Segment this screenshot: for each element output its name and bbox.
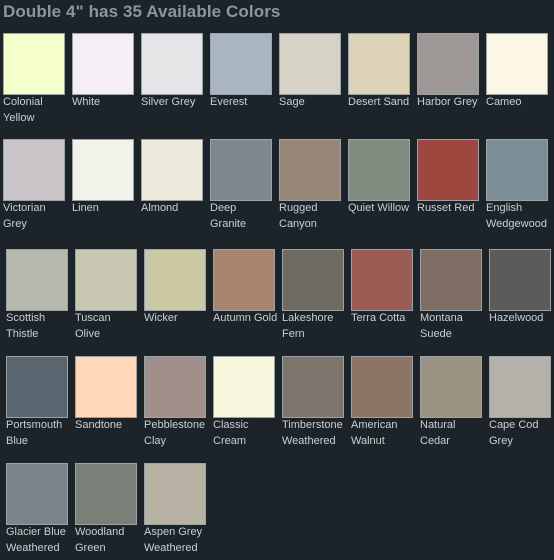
color-swatch <box>144 463 206 525</box>
color-name-label: Pebblestone Clay <box>144 419 206 447</box>
color-swatch <box>417 33 479 95</box>
color-swatch <box>351 356 413 418</box>
color-name-label: Tuscan Olive <box>75 312 111 340</box>
color-name-label: Everest <box>210 96 248 108</box>
color-name-label: Glacier Blue Weathered <box>6 526 66 554</box>
color-swatch <box>486 139 548 201</box>
color-swatch <box>213 249 275 311</box>
color-name-label: Quiet Willow <box>348 202 410 214</box>
color-swatch <box>210 139 272 201</box>
color-name-label: Aspen Grey Weathered <box>144 526 203 554</box>
color-name-label: Classic Cream <box>213 419 249 447</box>
color-name-label: Sandtone <box>75 419 123 431</box>
color-name-label: Silver Grey <box>141 96 196 108</box>
color-swatch <box>486 33 548 95</box>
color-name-label: Harbor Grey <box>417 96 478 108</box>
color-swatch <box>6 356 68 418</box>
color-name-label: English Wedgewood <box>486 202 547 230</box>
color-swatch <box>279 33 341 95</box>
color-name-label: Terra Cotta <box>351 312 406 324</box>
color-swatch <box>72 33 134 95</box>
color-name-label: Linen <box>72 202 99 214</box>
color-name-label: Hazelwood <box>489 312 544 324</box>
color-name-label: Lakeshore Fern <box>282 312 334 340</box>
color-name-label: Timberstone Weathered <box>282 419 343 447</box>
color-name-label: American Walnut <box>351 419 398 447</box>
color-name-label: Colonial Yellow <box>3 96 43 124</box>
color-swatch <box>282 249 344 311</box>
color-swatch <box>348 33 410 95</box>
color-swatch <box>6 249 68 311</box>
page-title: Double 4" has 35 Available Colors <box>3 2 281 21</box>
color-swatch <box>144 356 206 418</box>
color-swatch <box>348 139 410 201</box>
color-swatch <box>141 33 203 95</box>
color-swatch <box>210 33 272 95</box>
color-swatch <box>3 33 65 95</box>
color-name-label: Montana Suede <box>420 312 463 340</box>
color-name-label: Rugged Canyon <box>279 202 318 230</box>
color-name-label: Scottish Thistle <box>6 312 46 340</box>
color-name-label: Portsmouth Blue <box>6 419 63 447</box>
color-swatch <box>282 356 344 418</box>
color-name-label: Autumn Gold <box>213 312 278 324</box>
color-swatch <box>6 463 68 525</box>
color-swatch <box>420 249 482 311</box>
color-name-label: Wicker <box>144 312 178 324</box>
color-swatch <box>417 139 479 201</box>
color-swatch <box>141 139 203 201</box>
color-swatch <box>72 139 134 201</box>
color-swatch <box>351 249 413 311</box>
color-name-label: Desert Sand <box>348 96 410 108</box>
color-swatch <box>213 356 275 418</box>
color-name-label: Deep Granite <box>210 202 247 230</box>
color-swatch <box>420 356 482 418</box>
color-name-label: Sage <box>279 96 305 108</box>
color-name-label: White <box>72 96 101 108</box>
color-swatch <box>75 249 137 311</box>
color-swatch <box>489 249 551 311</box>
color-swatch <box>279 139 341 201</box>
color-name-label: Victorian Grey <box>3 202 46 230</box>
color-swatch <box>3 139 65 201</box>
color-swatch <box>489 356 551 418</box>
color-name-label: Woodland Green <box>75 526 125 554</box>
color-swatch <box>75 356 137 418</box>
color-name-label: Russet Red <box>417 202 475 214</box>
color-name-label: Cape Cod Grey <box>489 419 539 447</box>
color-name-label: Natural Cedar <box>420 419 456 447</box>
color-swatch <box>75 463 137 525</box>
color-name-label: Almond <box>141 202 179 214</box>
color-swatch <box>144 249 206 311</box>
color-name-label: Cameo <box>486 96 522 108</box>
